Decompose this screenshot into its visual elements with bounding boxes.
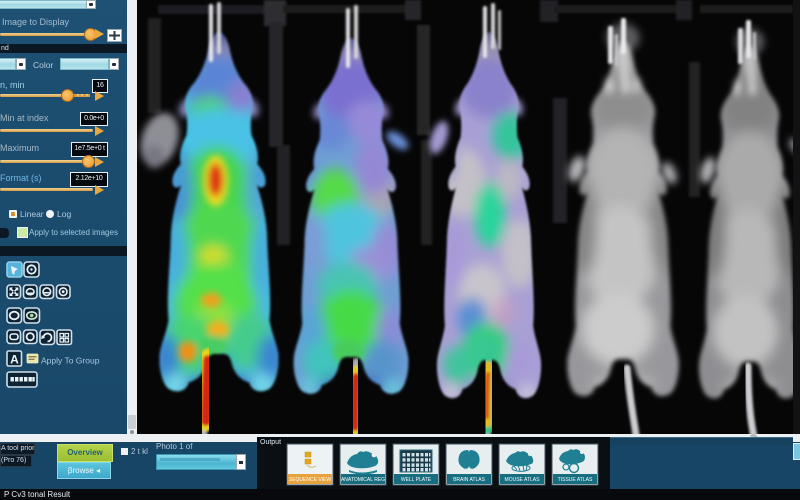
svg-text:Apply To Group: Apply To Group [41, 356, 100, 366]
svg-text:BRAIN ATLAS: BRAIN ATLAS [453, 477, 486, 483]
svg-text:ANATOMICAL REG: ANATOMICAL REG [341, 477, 385, 483]
svg-text:A: A [10, 353, 19, 367]
svg-text:TISSUE ATLAS: TISSUE ATLAS [558, 477, 593, 483]
svg-text:WELL PLATE: WELL PLATE [401, 477, 432, 483]
svg-text:SEQUENCE VIEW: SEQUENCE VIEW [289, 477, 332, 483]
svg-text:MOUSE ATLAS: MOUSE ATLAS [505, 477, 541, 483]
